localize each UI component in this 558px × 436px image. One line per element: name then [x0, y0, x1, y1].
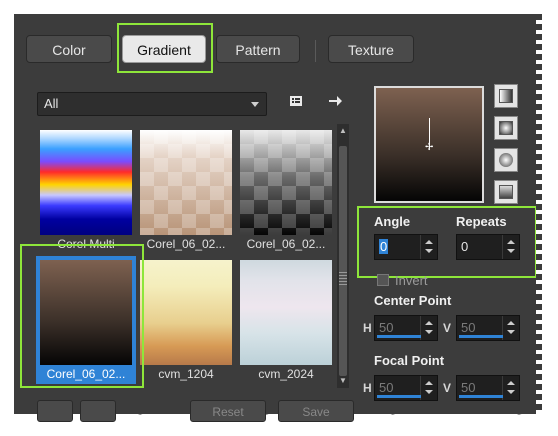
library-icon[interactable]: [287, 94, 305, 112]
center-v-field[interactable]: 50: [456, 315, 520, 341]
gradient-thumb-selected[interactable]: Corel_06_02...: [36, 256, 136, 384]
category-dropdown-value: All: [44, 96, 59, 111]
center-h-spinner-icon[interactable]: [420, 316, 437, 340]
reset-button[interactable]: Reset: [190, 400, 266, 422]
gradient-swatch: [140, 260, 232, 365]
linear-style-button[interactable]: [494, 84, 518, 108]
focal-h-field[interactable]: 50: [374, 375, 438, 401]
repeats-label: Repeats: [456, 214, 507, 229]
bottom-small-button-1[interactable]: [37, 400, 73, 422]
gradient-swatch: [240, 260, 332, 365]
gradient-swatch: [240, 130, 332, 235]
chevron-down-icon: [251, 102, 259, 107]
center-h-field[interactable]: 50: [374, 315, 438, 341]
center-h-label: H: [363, 321, 372, 335]
gradient-label: Corel_06_02...: [146, 237, 226, 251]
gradient-thumb[interactable]: cvm_2024: [238, 258, 334, 381]
scrollbar-thumb[interactable]: [339, 146, 347, 376]
arrow-right-icon[interactable]: [326, 93, 344, 111]
rectangular-style-button[interactable]: [494, 116, 518, 140]
invert-checkbox[interactable]: [377, 274, 389, 286]
repeats-field[interactable]: 0: [456, 234, 520, 260]
gradient-grid: Corel Multi Corel_06_02... Corel_06_02..…: [34, 124, 336, 390]
scrollbar-grip: [339, 272, 347, 286]
repeats-value: 0: [461, 239, 469, 254]
center-point-handle-icon[interactable]: ✢: [425, 142, 433, 153]
save-button[interactable]: Save: [278, 400, 354, 422]
focal-v-spinner-icon[interactable]: [502, 376, 519, 400]
gradient-label: Corel_06_02...: [246, 237, 326, 251]
gradient-thumb[interactable]: Corel_06_02...: [238, 128, 334, 251]
gradient-label: Corel Multi: [57, 237, 115, 251]
angle-label: Angle: [374, 214, 411, 229]
scroll-up-icon[interactable]: ▲: [338, 126, 348, 136]
tab-gradient[interactable]: Gradient: [122, 35, 206, 63]
radial-style-button[interactable]: [494, 180, 518, 204]
gradient-swatch: [40, 260, 132, 365]
invert-label: Invert: [395, 273, 428, 288]
bottom-small-button-2[interactable]: [80, 400, 116, 422]
focal-h-value: 50: [379, 380, 394, 395]
angle-field[interactable]: 0: [374, 234, 438, 260]
gradient-label: Corel_06_02...: [38, 366, 134, 382]
focal-h-slider[interactable]: [377, 395, 421, 398]
tab-pattern[interactable]: Pattern: [216, 35, 300, 63]
gradient-swatch: [140, 130, 232, 235]
tab-color[interactable]: Color: [26, 35, 112, 63]
center-v-label: V: [443, 321, 452, 335]
center-point-label: Center Point: [374, 293, 452, 308]
angle-value: 0: [379, 239, 389, 254]
repeats-spinner-icon[interactable]: [502, 235, 519, 259]
center-h-value: 50: [379, 320, 394, 335]
gradient-thumb[interactable]: Corel_06_02...: [138, 128, 234, 251]
scroll-down-icon[interactable]: ▼: [338, 376, 348, 386]
focal-h-label: H: [363, 381, 372, 395]
category-dropdown[interactable]: All: [37, 92, 267, 116]
focal-v-slider[interactable]: [459, 395, 503, 398]
gradient-preview[interactable]: ✢: [374, 86, 484, 203]
sunburst-style-button[interactable]: [494, 148, 518, 172]
center-v-slider[interactable]: [459, 335, 503, 338]
focal-v-label: V: [443, 381, 452, 395]
center-v-value: 50: [461, 320, 476, 335]
gradient-grid-scrollbar[interactable]: ▲ ▼: [337, 124, 349, 388]
center-v-spinner-icon[interactable]: [502, 316, 519, 340]
focal-v-field[interactable]: 50: [456, 375, 520, 401]
torn-edge-right: [536, 14, 542, 414]
focal-v-value: 50: [461, 380, 476, 395]
angle-spinner-icon[interactable]: [420, 235, 437, 259]
gradient-thumb[interactable]: cvm_1204: [138, 258, 234, 381]
gradient-label: cvm_1204: [158, 367, 214, 381]
focal-point-label: Focal Point: [374, 353, 445, 368]
center-h-slider[interactable]: [377, 335, 421, 338]
gradient-thumb[interactable]: Corel Multi: [38, 128, 134, 251]
gradient-swatch: [40, 130, 132, 235]
tab-texture[interactable]: Texture: [328, 35, 414, 63]
gradient-label: cvm_2024: [258, 367, 314, 381]
tab-separator: [315, 40, 316, 62]
focal-h-spinner-icon[interactable]: [420, 376, 437, 400]
